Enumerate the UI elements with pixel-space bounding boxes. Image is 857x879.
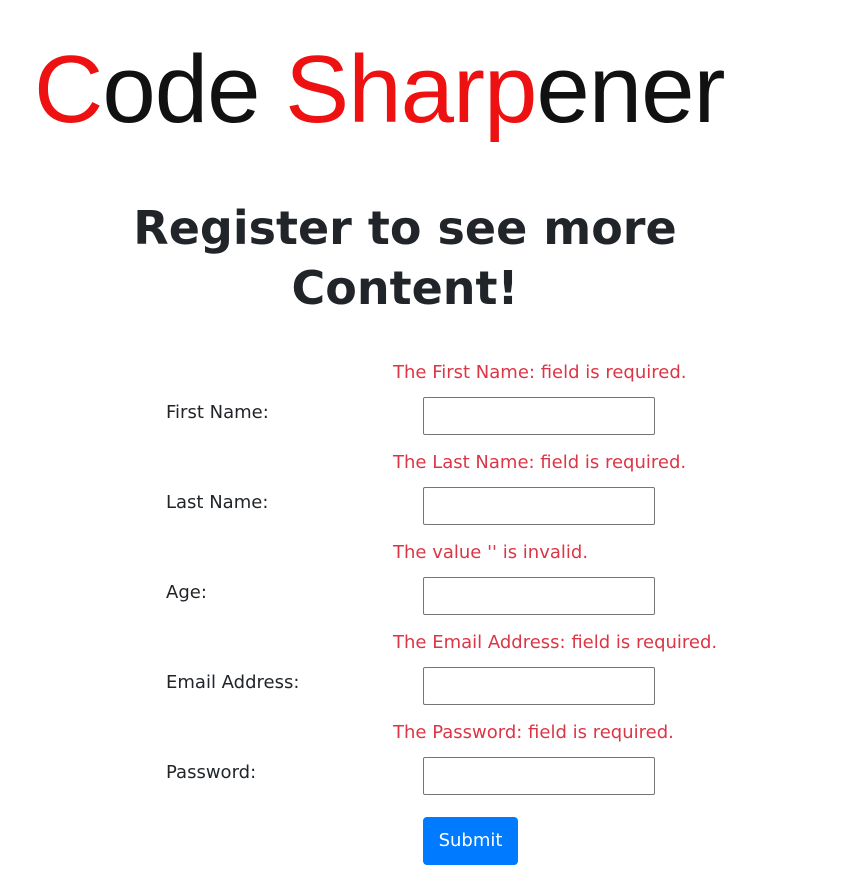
password-input[interactable] <box>423 757 655 795</box>
first-name-error: The First Name: field is required. <box>393 362 687 383</box>
submit-button[interactable]: Submit <box>423 817 518 865</box>
email-label: Email Address: <box>166 672 300 693</box>
logo-part-ode: ode <box>102 36 286 143</box>
age-error: The value '' is invalid. <box>393 542 589 563</box>
password-error: The Password: field is required. <box>393 722 674 743</box>
logo-part-sharp: Sharp <box>285 36 537 143</box>
first-name-input[interactable] <box>423 397 655 435</box>
password-label: Password: <box>166 762 257 783</box>
code-sharpener-logo: Code Sharpener <box>34 34 725 146</box>
email-input[interactable] <box>423 667 655 705</box>
first-name-label: First Name: <box>166 402 269 423</box>
page-heading: Register to see more Content! <box>130 198 680 318</box>
page-heading-line-1: Register to see more <box>133 201 677 255</box>
last-name-error: The Last Name: field is required. <box>393 452 687 473</box>
age-label: Age: <box>166 582 207 603</box>
age-input[interactable] <box>423 577 655 615</box>
last-name-input[interactable] <box>423 487 655 525</box>
last-name-label: Last Name: <box>166 492 269 513</box>
page-heading-line-2: Content! <box>291 261 519 315</box>
email-error: The Email Address: field is required. <box>393 632 718 653</box>
logo-part-ener: ener <box>536 36 725 143</box>
logo-part-c: C <box>34 36 103 143</box>
